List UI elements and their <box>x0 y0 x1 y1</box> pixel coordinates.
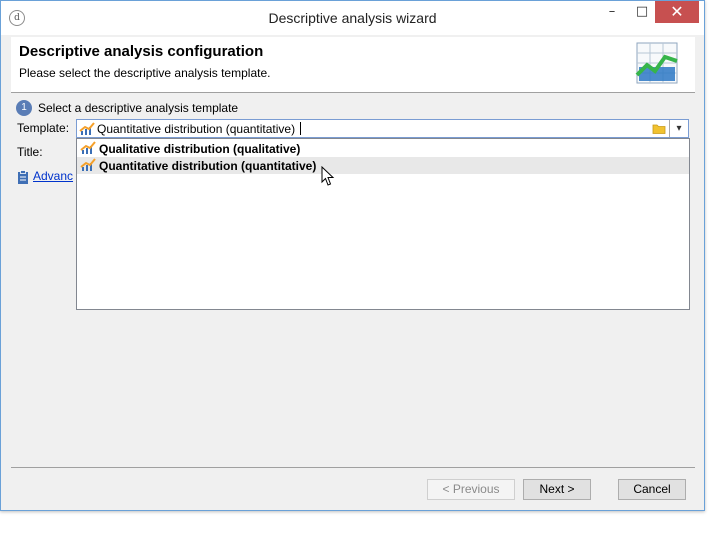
chart-table-icon <box>635 42 678 84</box>
template-label: Template: <box>17 121 70 135</box>
template-dropdown-list[interactable]: Qualitative distribution (qualitative) Q… <box>76 138 690 310</box>
cancel-button[interactable]: Cancel <box>618 479 686 500</box>
advanced-parameters-link[interactable]: Advanc <box>17 169 73 184</box>
mouse-pointer-icon <box>321 166 335 186</box>
page-title: Descriptive analysis configuration <box>19 43 264 60</box>
chart-icon <box>79 122 95 135</box>
template-combobox[interactable]: Quantitative distribution (quantitative)… <box>76 119 689 138</box>
previous-button[interactable]: < Previous <box>427 479 515 500</box>
close-button[interactable]: ✕ <box>655 1 699 23</box>
minimize-button[interactable]: – <box>597 1 627 23</box>
text-caret <box>300 122 301 135</box>
chevron-down-icon[interactable]: ▾ <box>669 120 688 137</box>
advanced-link-label[interactable]: Advanc <box>33 169 73 183</box>
chart-icon <box>80 141 96 154</box>
page-subtitle: Please select the descriptive analysis t… <box>19 66 271 80</box>
footer-divider <box>11 467 695 468</box>
maximize-button[interactable]: □ <box>627 1 657 23</box>
step-label: Select a descriptive analysis template <box>38 101 239 115</box>
template-value[interactable]: Quantitative distribution (quantitative) <box>97 122 295 136</box>
chart-icon <box>80 158 96 171</box>
list-item-label: Quantitative distribution (quantitative) <box>99 159 317 173</box>
list-item[interactable]: Qualitative distribution (qualitative) <box>77 140 689 157</box>
wizard-window: d Descriptive analysis wizard – □ ✕ Desc… <box>0 0 705 511</box>
list-item-highlighted[interactable]: Quantitative distribution (quantitative) <box>77 157 689 174</box>
folder-icon[interactable] <box>650 120 668 137</box>
clipboard-icon <box>18 169 28 184</box>
wizard-header: Descriptive analysis configuration Pleas… <box>11 37 695 93</box>
next-button[interactable]: Next > <box>523 479 591 500</box>
list-item-label: Qualitative distribution (qualitative) <box>99 142 301 156</box>
title-bar[interactable]: d Descriptive analysis wizard – □ ✕ <box>1 1 704 35</box>
step-number-badge: 1 <box>16 100 32 116</box>
step-indicator: 1 Select a descriptive analysis template <box>16 100 238 116</box>
title-label: Title: <box>17 145 43 159</box>
